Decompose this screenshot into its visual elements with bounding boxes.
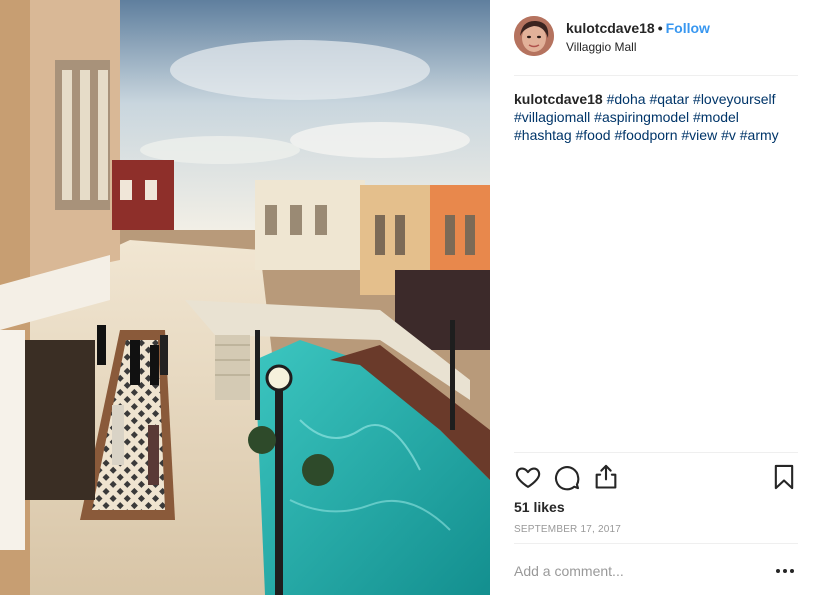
username-link[interactable]: kulotcdave18 (566, 20, 655, 36)
post-date[interactable]: SEPTEMBER 17, 2017 (514, 524, 621, 535)
instagram-post: kulotcdave18 • Follow Villaggio Mall kulot… (0, 0, 822, 595)
hashtag-link[interactable]: #loveyourself (693, 91, 776, 107)
share-icon[interactable] (592, 463, 620, 491)
avatar-image (514, 16, 554, 56)
location-link[interactable]: Villaggio Mall (566, 40, 636, 54)
avatar[interactable] (514, 16, 554, 56)
header-user-row: kulotcdave18 • Follow (566, 20, 710, 36)
hashtag-link[interactable]: #food (576, 127, 611, 143)
actions-divider (514, 452, 798, 453)
more-dots-icon[interactable] (772, 560, 798, 582)
hashtag-link[interactable]: #army (740, 127, 779, 143)
follow-button[interactable]: Follow (666, 20, 710, 36)
hashtag-link[interactable]: #aspiringmodel (594, 109, 689, 125)
hashtag-link[interactable]: #view (681, 127, 717, 143)
action-bar (514, 463, 798, 493)
post-header: kulotcdave18 • Follow Villaggio Mall (514, 16, 798, 76)
comment-divider (514, 543, 798, 544)
like-count[interactable]: 51 likes (514, 499, 565, 515)
caption-username[interactable]: kulotcdave18 (514, 91, 603, 107)
hashtag-link[interactable]: #qatar (649, 91, 689, 107)
post-sidebar: kulotcdave18 • Follow Villaggio Mall kulot… (490, 0, 822, 595)
comment-input[interactable] (514, 560, 764, 582)
mall-canal-photo (0, 0, 490, 595)
comment-icon[interactable] (553, 463, 581, 491)
separator-dot: • (657, 20, 663, 36)
hashtag-link[interactable]: #foodporn (614, 127, 677, 143)
hashtag-link[interactable]: #hashtag (514, 127, 572, 143)
bookmark-icon[interactable] (770, 463, 798, 491)
post-caption: kulotcdave18 #doha #qatar #loveyourself … (514, 90, 798, 144)
hashtag-link[interactable]: #doha (607, 91, 646, 107)
hashtag-link[interactable]: #v (721, 127, 736, 143)
post-photo[interactable] (0, 0, 490, 595)
hashtag-link[interactable]: #model (693, 109, 739, 125)
hashtag-link[interactable]: #villagiomall (514, 109, 590, 125)
heart-icon[interactable] (514, 463, 542, 491)
